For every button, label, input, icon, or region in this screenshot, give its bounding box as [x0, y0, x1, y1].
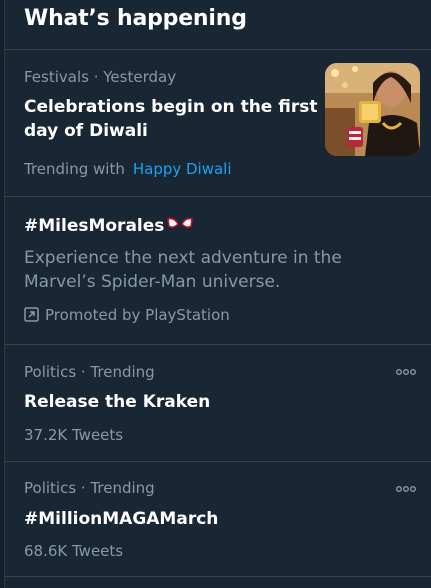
trending-with-link[interactable]: Happy Diwali — [133, 160, 232, 178]
more-options-icon[interactable] — [395, 365, 417, 379]
promoted-description: Experience the next adventure in the Mar… — [24, 248, 342, 292]
trend-meta: Festivals · Yesterday — [24, 68, 177, 86]
tweet-count: 37.2K Tweets — [24, 426, 124, 444]
trend-meta: Politics · Trending — [24, 479, 155, 497]
diwali-photo — [325, 63, 420, 156]
whats-happening-panel: What’s happening Festivals · Yesterday C… — [4, 0, 431, 588]
divider — [5, 49, 431, 50]
promoted-title-text: #MilesMorales — [24, 216, 165, 236]
tweet-count: 68.6K Tweets — [24, 542, 124, 560]
divider — [5, 344, 431, 345]
trend-title: Celebrations begin on the first day of D… — [24, 97, 318, 141]
promoted-by-label: Promoted by PlayStation — [45, 306, 230, 324]
trend-title: #MilesMorales — [24, 214, 194, 238]
panel-title: What’s happening — [24, 6, 247, 31]
trend-title: Release the Kraken — [24, 392, 211, 412]
trend-title: #MillionMAGAMarch — [24, 509, 219, 529]
trend-thumbnail — [325, 63, 420, 156]
promoted-by: Promoted by PlayStation — [24, 306, 230, 324]
trend-meta: Politics · Trending — [24, 363, 155, 381]
divider — [5, 461, 431, 462]
divider — [5, 576, 431, 577]
promoted-arrow-icon — [24, 307, 39, 322]
divider — [5, 196, 431, 197]
spider-man-eyes-icon — [167, 217, 194, 228]
trending-with: Trending with Happy Diwali — [24, 160, 232, 178]
trending-with-label: Trending with — [24, 160, 125, 178]
more-options-icon[interactable] — [395, 482, 417, 496]
